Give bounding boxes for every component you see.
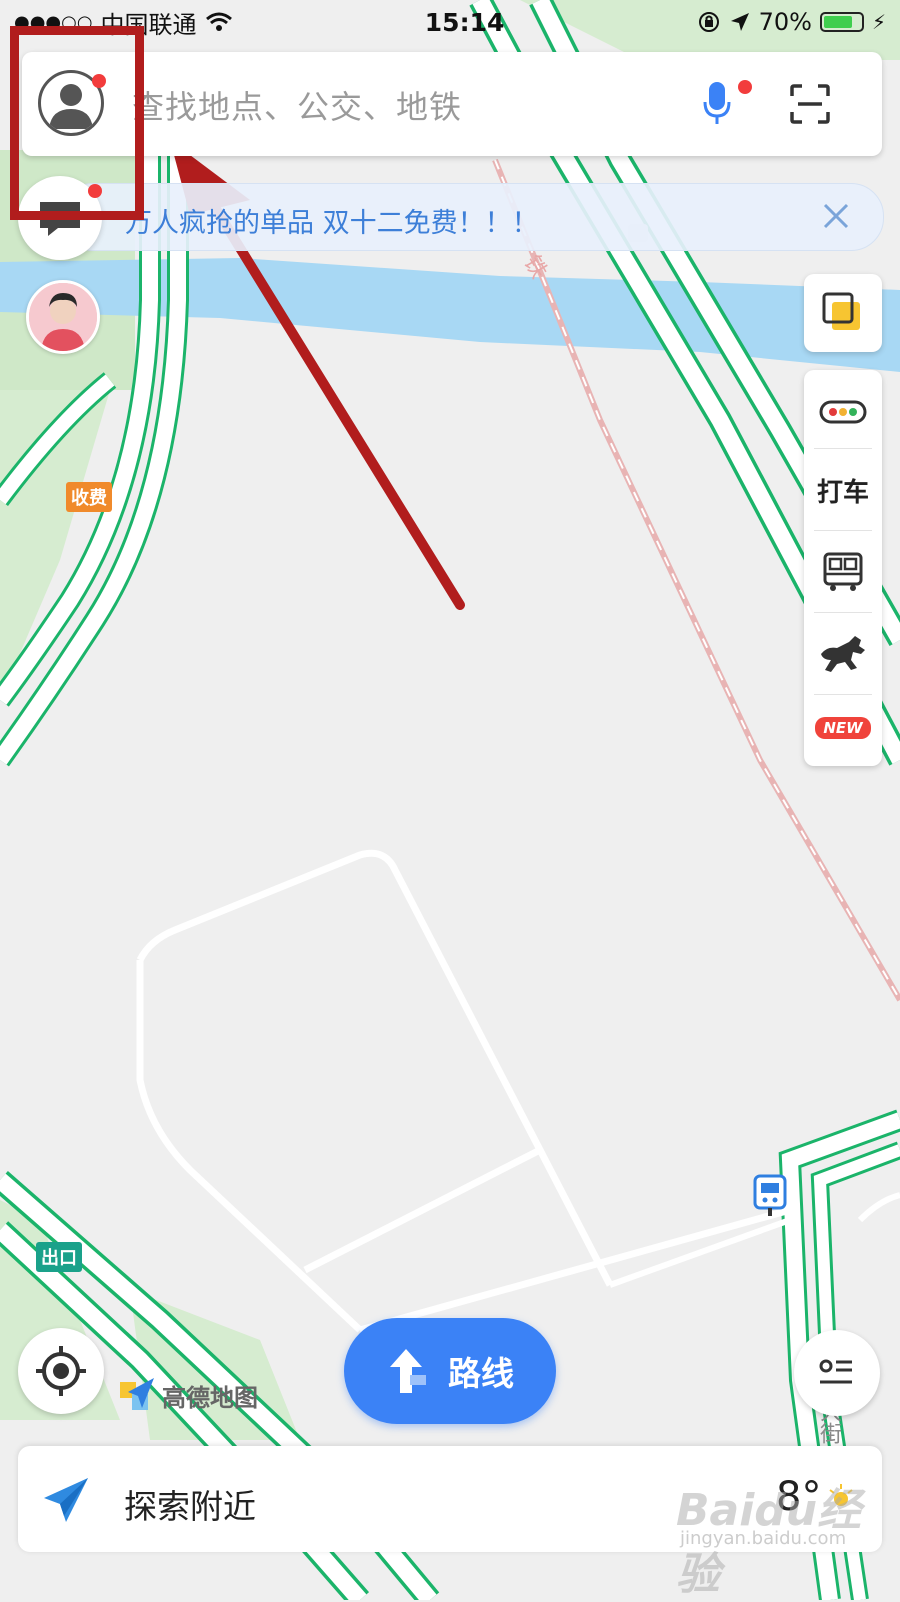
bus-icon — [823, 552, 863, 591]
taxi-button[interactable]: 打车 — [804, 448, 882, 532]
toll-label: 收费 — [66, 482, 112, 512]
microphone-icon[interactable] — [702, 80, 732, 128]
list-icon — [819, 1359, 852, 1384]
new-badge: NEW — [815, 717, 871, 739]
wifi-icon — [205, 12, 232, 31]
person-portrait-icon — [29, 283, 97, 351]
location-services-icon — [730, 13, 749, 31]
route-label: 路线 — [448, 1354, 514, 1393]
taxi-label: 打车 — [816, 477, 869, 508]
list-view-button[interactable] — [794, 1330, 880, 1416]
amap-logo-text: 高德地图 — [162, 1383, 258, 1412]
search-bar[interactable]: 查找地点、公交、地铁 — [22, 52, 882, 156]
traffic-button[interactable] — [804, 370, 882, 454]
new-feature-button[interactable]: NEW — [804, 692, 882, 764]
crosshair-icon — [36, 1346, 86, 1396]
baidu-watermark-url: jingyan.baidu.com — [680, 1528, 847, 1549]
amap-logo-icon — [120, 1378, 154, 1410]
celebrity-voice-avatar[interactable] — [26, 280, 100, 354]
close-icon[interactable] — [819, 199, 853, 233]
traffic-light-icon — [819, 400, 867, 424]
scan-qr-icon[interactable] — [790, 84, 830, 124]
travel-button[interactable] — [804, 612, 882, 696]
locate-me-button[interactable] — [18, 1328, 104, 1414]
exit-label: 出口 — [36, 1242, 82, 1272]
right-toolbar: 打车 NEW — [804, 370, 882, 766]
layers-icon — [822, 292, 860, 330]
rotation-lock-icon — [698, 12, 719, 32]
battery-percent: 70% — [758, 8, 812, 36]
route-arrow-icon — [390, 1349, 426, 1393]
search-input[interactable]: 查找地点、公交、地铁 — [132, 82, 462, 128]
clock: 15:14 — [424, 7, 505, 37]
mic-notification-dot — [738, 80, 752, 94]
annotation-highlight-box — [10, 26, 144, 220]
layer-switch-button[interactable] — [804, 274, 882, 352]
amap-logo: 高德地图 — [118, 1376, 258, 1414]
explore-nearby-label: 探索附近 — [124, 1487, 256, 1526]
promo-text[interactable]: 万人疯抢的单品 双十二免费！！！ — [125, 201, 539, 240]
promo-banner[interactable]: 万人疯抢的单品 双十二免费！！！ — [60, 183, 884, 251]
bus-button[interactable] — [804, 530, 882, 614]
battery-icon — [819, 12, 864, 32]
horse-icon — [821, 636, 865, 672]
route-button[interactable]: 路线 — [344, 1318, 556, 1424]
charging-icon: ⚡ — [871, 10, 886, 34]
paper-plane-icon — [44, 1478, 88, 1522]
